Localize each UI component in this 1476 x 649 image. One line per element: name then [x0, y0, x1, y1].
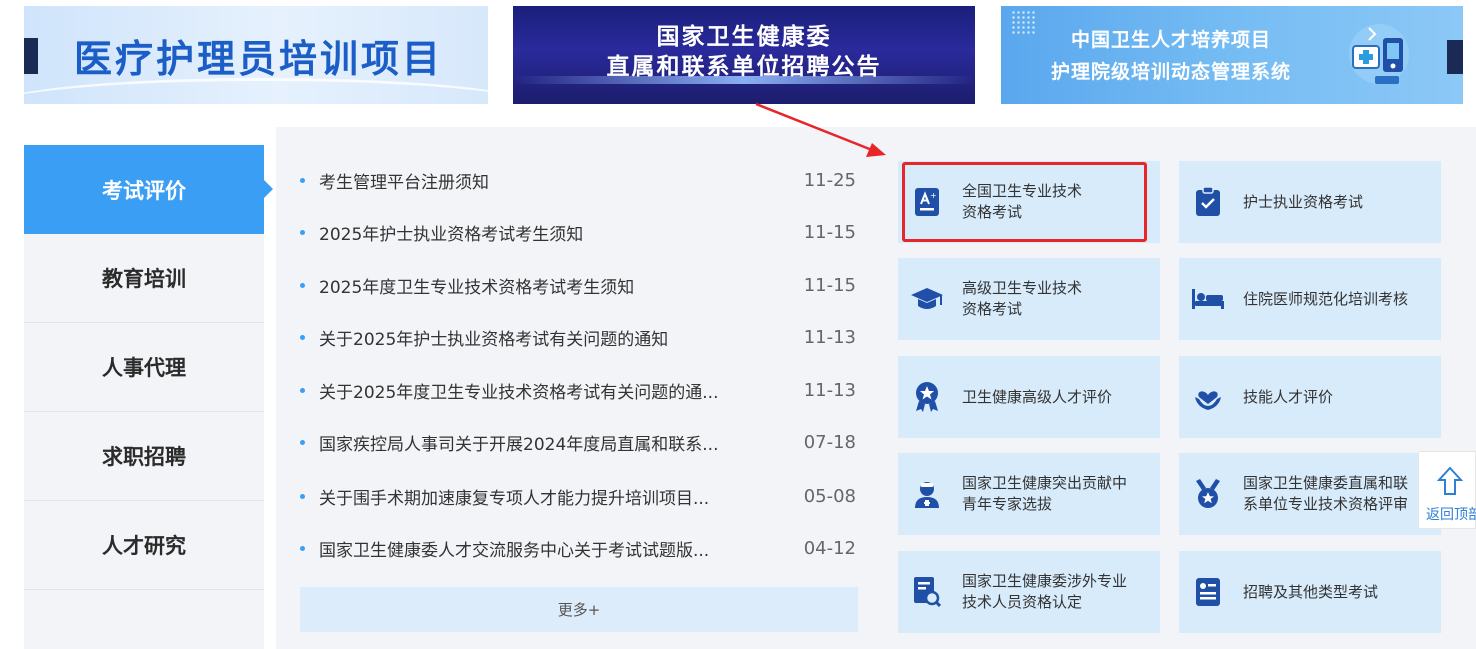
bullet-dot-icon: [300, 493, 305, 499]
bullet-dot-icon: [300, 545, 305, 551]
banner-title: 医疗护理员培训项目: [74, 37, 444, 81]
service-tile-label: 住院医师规范化培训考核: [1243, 289, 1409, 308]
service-tile-affiliated-unit-title-review[interactable]: 国家卫生健康委直属和联 系单位专业技术资格评审: [1179, 453, 1441, 535]
banner-dot-pattern: [1011, 10, 1037, 36]
banner-edge-bar: [24, 38, 38, 74]
news-date: 04-12: [803, 537, 856, 559]
service-tile-national-health-tech-exam[interactable]: + 全国卫生专业技术 资格考试: [898, 161, 1160, 243]
service-tile-resident-training-assessment[interactable]: 住院医师规范化培训考核: [1179, 258, 1441, 340]
bullet-dot-icon: [300, 229, 305, 235]
medal-star-icon: [910, 380, 944, 414]
service-tile-label: 国家卫生健康委涉外专业 技术人员资格认定: [962, 572, 1128, 611]
service-tile-foreign-tech-qualification[interactable]: 国家卫生健康委涉外专业 技术人员资格认定: [898, 551, 1160, 633]
id-card-list-icon: [1191, 575, 1225, 609]
news-title[interactable]: 国家卫生健康委人才交流服务中心关于考试试题版...: [319, 536, 769, 561]
service-tile-label: 国家卫生健康突出贡献中 青年专家选拔: [962, 474, 1128, 513]
bullet-dot-icon: [300, 439, 305, 445]
banner-title-line-1: 国家卫生健康委: [656, 24, 832, 50]
news-title[interactable]: 2025年度卫生专业技术资格考试考生须知: [319, 273, 769, 298]
news-item[interactable]: 考生管理平台注册须知 11-25: [300, 165, 860, 195]
service-tile-senior-talent-evaluation[interactable]: 卫生健康高级人才评价: [898, 356, 1160, 438]
graduation-cap-icon: [910, 282, 944, 316]
news-item[interactable]: 国家卫生健康委人才交流服务中心关于考试试题版... 04-12: [300, 533, 860, 563]
service-tile-recruitment-other-exams[interactable]: 招聘及其他类型考试: [1179, 551, 1441, 633]
news-item[interactable]: 2025年度卫生专业技术资格考试考生须知 11-15: [300, 270, 860, 300]
news-item[interactable]: 关于2025年护士执业资格考试有关问题的通知 11-13: [300, 322, 860, 352]
news-date: 07-18: [803, 431, 856, 453]
banner-edge-bar: [1447, 40, 1463, 74]
news-title[interactable]: 关于2025年度卫生专业技术资格考试有关问题的通...: [319, 378, 769, 403]
news-date: 05-08: [803, 485, 856, 507]
clipboard-check-icon: [1191, 185, 1225, 219]
banner-glow-line: [513, 76, 975, 84]
banner-recruitment-notice[interactable]: 国家卫生健康委 直属和联系单位招聘公告: [513, 6, 975, 104]
banner-talent-training-system[interactable]: 中国卫生人才培养项目 护理院级培训动态管理系统: [1001, 6, 1463, 104]
news-date: 11-13: [803, 326, 856, 348]
page: 医疗护理员培训项目 国家卫生健康委 直属和联系单位招聘公告 中国卫生人才培养项目…: [0, 0, 1476, 649]
service-tile-label: 招聘及其他类型考试: [1243, 582, 1379, 601]
service-tile-label: 护士执业资格考试: [1243, 192, 1364, 211]
banner-title-line-1: 中国卫生人才培养项目: [1070, 29, 1271, 51]
doctor-icon: [910, 477, 944, 511]
service-tile-label: 高级卫生专业技术 资格考试: [962, 279, 1083, 318]
news-item[interactable]: 关于围手术期加速康复专项人才能力提升培训项目... 05-08: [300, 481, 860, 511]
document-search-icon: [910, 575, 944, 609]
news-date: 11-15: [803, 221, 856, 243]
service-tile-senior-health-tech-exam[interactable]: 高级卫生专业技术 资格考试: [898, 258, 1160, 340]
sidebar-item-personnel-agency[interactable]: 人事代理: [24, 323, 264, 412]
news-item[interactable]: 2025年护士执业资格考试考生须知 11-15: [300, 217, 860, 247]
back-to-top-label: 返回顶部: [1426, 507, 1476, 523]
news-title[interactable]: 关于围手术期加速康复专项人才能力提升培训项目...: [319, 484, 769, 509]
sidebar-item-talent-research[interactable]: 人才研究: [24, 501, 264, 590]
sidebar-item-job-recruitment[interactable]: 求职招聘: [24, 412, 264, 501]
bullet-dot-icon: [300, 282, 305, 288]
news-title[interactable]: 关于2025年护士执业资格考试有关问题的通知: [319, 325, 769, 350]
news-date: 11-25: [803, 169, 856, 191]
medical-kit-illustration-icon: [1349, 24, 1409, 84]
category-sidebar: 考试评价 教育培训 人事代理 求职招聘 人才研究: [24, 145, 273, 649]
news-title[interactable]: 国家疾控局人事司关于开展2024年度局直属和联系...: [319, 430, 769, 455]
arrow-up-icon: [1437, 466, 1463, 495]
service-tile-nurse-license-exam[interactable]: 护士执业资格考试: [1179, 161, 1441, 243]
hospital-bed-icon: [1191, 282, 1225, 316]
banner-caregiver-training[interactable]: 医疗护理员培训项目: [24, 6, 488, 104]
bullet-dot-icon: [300, 334, 305, 340]
svg-text:+: +: [930, 191, 937, 200]
news-title[interactable]: 2025年护士执业资格考试考生须知: [319, 220, 769, 245]
service-tile-label: 国家卫生健康委直属和联 系单位专业技术资格评审: [1243, 474, 1409, 513]
bullet-dot-icon: [300, 387, 305, 393]
news-title[interactable]: 考生管理平台注册须知: [319, 168, 769, 193]
bullet-dot-icon: [300, 177, 305, 183]
banner-title-line-2: 护理院级培训动态管理系统: [1050, 61, 1291, 83]
news-date: 11-15: [803, 274, 856, 296]
news-item[interactable]: 国家疾控局人事司关于开展2024年度局直属和联系... 07-18: [300, 427, 860, 457]
news-date: 11-13: [803, 379, 856, 401]
more-news-button[interactable]: 更多+: [300, 587, 858, 632]
heart-hands-icon: [1191, 380, 1225, 414]
service-tile-label: 技能人才评价: [1243, 387, 1334, 406]
service-tile-label: 全国卫生专业技术 资格考试: [962, 182, 1083, 221]
back-to-top-button[interactable]: 返回顶部: [1418, 451, 1476, 529]
service-tile-young-expert-selection[interactable]: 国家卫生健康突出贡献中 青年专家选拔: [898, 453, 1160, 535]
sidebar-item-education-training[interactable]: 教育培训: [24, 234, 264, 323]
certificate-a-icon: +: [910, 185, 944, 219]
badge-medal-icon: [1191, 477, 1225, 511]
service-tile-label: 卫生健康高级人才评价: [962, 387, 1113, 406]
news-item[interactable]: 关于2025年度卫生专业技术资格考试有关问题的通... 11-13: [300, 375, 860, 405]
sidebar-item-exam-evaluation[interactable]: 考试评价: [24, 145, 273, 234]
service-tile-skilled-talent-evaluation[interactable]: 技能人才评价: [1179, 356, 1441, 438]
